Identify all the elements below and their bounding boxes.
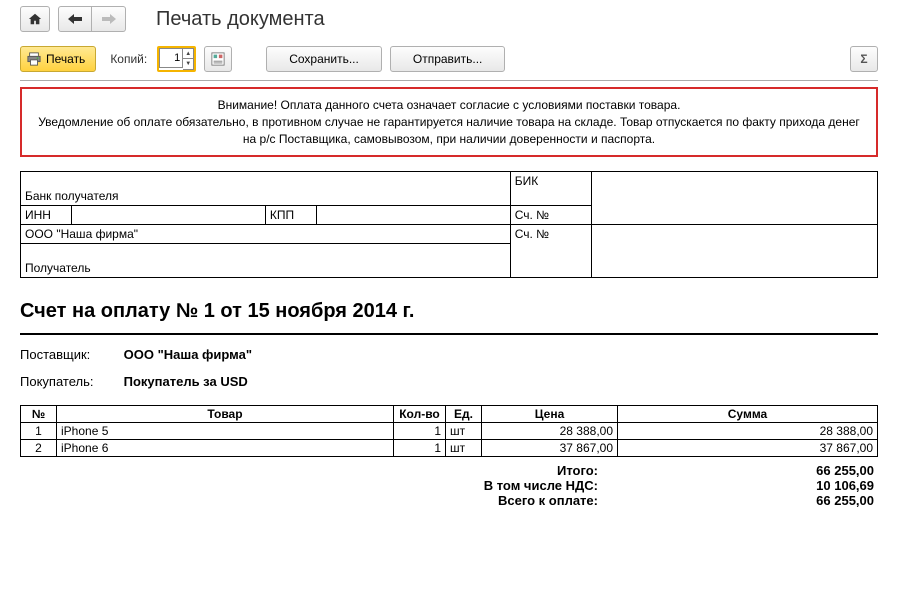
save-button[interactable]: Сохранить... — [266, 46, 382, 72]
cell-num: 2 — [21, 440, 57, 457]
items-table: № Товар Кол-во Ед. Цена Сумма 1 iPhone 5… — [20, 405, 878, 457]
subtotal-row: Итого: 66 255,00 — [20, 463, 878, 478]
send-button[interactable]: Отправить... — [390, 46, 506, 72]
inn-value — [72, 206, 266, 225]
copies-label: Копий: — [110, 52, 147, 66]
grand-value: 66 255,00 — [618, 493, 878, 508]
toolbar: Печать Копий: ▲ ▼ Сохранить... Отправить… — [0, 42, 898, 80]
recipient-name: ООО "Наша фирма" — [21, 225, 511, 244]
subtotal-value: 66 255,00 — [618, 463, 878, 478]
col-num: № — [21, 406, 57, 423]
copies-spinner: ▲ ▼ — [157, 46, 196, 72]
acc2-value — [592, 225, 878, 278]
cell-name: iPhone 6 — [57, 440, 394, 457]
copies-spin: ▲ ▼ — [183, 48, 194, 70]
page-title: Печать документа — [156, 8, 325, 31]
cell-name: iPhone 5 — [57, 423, 394, 440]
sigma-button[interactable]: Σ — [850, 46, 878, 72]
kpp-value — [316, 206, 510, 225]
topbar: Печать документа — [0, 0, 898, 42]
acc2-label: Сч. № — [510, 225, 592, 278]
col-price: Цена — [482, 406, 618, 423]
vat-label: В том числе НДС: — [20, 478, 618, 493]
cell-qty: 1 — [394, 440, 446, 457]
template-icon — [211, 51, 225, 67]
col-unit: Ед. — [446, 406, 482, 423]
buyer-label: Покупатель: — [20, 374, 120, 389]
forward-button[interactable] — [92, 6, 126, 32]
print-button[interactable]: Печать — [20, 46, 96, 72]
acc1-label: Сч. № — [510, 206, 592, 225]
sigma-icon: Σ — [860, 52, 867, 66]
table-row: 1 iPhone 5 1 шт 28 388,00 28 388,00 — [21, 423, 878, 440]
arrow-left-icon — [68, 14, 82, 24]
cell-num: 1 — [21, 423, 57, 440]
vat-value: 10 106,69 — [618, 478, 878, 493]
cell-sum: 37 867,00 — [618, 440, 878, 457]
col-name: Товар — [57, 406, 394, 423]
arrow-right-icon — [102, 14, 116, 24]
supplier-value: ООО "Наша фирма" — [124, 347, 252, 362]
vat-row: В том числе НДС: 10 106,69 — [20, 478, 878, 493]
table-row: 2 iPhone 6 1 шт 37 867,00 37 867,00 — [21, 440, 878, 457]
warning-line2: Уведомление об оплате обязательно, в про… — [32, 114, 866, 148]
template-button[interactable] — [204, 46, 232, 72]
supplier-label: Поставщик: — [20, 347, 120, 362]
grand-label: Всего к оплате: — [20, 493, 618, 508]
cell-price: 37 867,00 — [482, 440, 618, 457]
bank-table: Банк получателя БИК ИНН КПП Сч. № ООО "Н… — [20, 171, 878, 278]
warning-box: Внимание! Оплата данного счета означает … — [20, 87, 878, 157]
title-underline — [20, 333, 878, 335]
cell-sum: 28 388,00 — [618, 423, 878, 440]
nav-group — [58, 6, 126, 32]
print-label: Печать — [46, 52, 85, 66]
document-title: Счет на оплату № 1 от 15 ноября 2014 г. — [20, 300, 878, 323]
document-area: Внимание! Оплата данного счета означает … — [20, 80, 878, 508]
cell-price: 28 388,00 — [482, 423, 618, 440]
inn-label: ИНН — [21, 206, 72, 225]
grand-row: Всего к оплате: 66 255,00 — [20, 493, 878, 508]
home-button[interactable] — [20, 6, 50, 32]
home-icon — [28, 12, 42, 26]
totals: Итого: 66 255,00 В том числе НДС: 10 106… — [20, 463, 878, 508]
bik-label: БИК — [510, 172, 592, 206]
recipient-bank-label: Банк получателя — [21, 172, 511, 206]
subtotal-label: Итого: — [20, 463, 618, 478]
supplier-row: Поставщик: ООО "Наша фирма" — [20, 347, 878, 362]
warning-line1: Внимание! Оплата данного счета означает … — [32, 97, 866, 114]
printer-icon — [27, 52, 41, 66]
col-sum: Сумма — [618, 406, 878, 423]
buyer-value: Покупатель за USD — [124, 374, 248, 389]
spin-down[interactable]: ▼ — [183, 59, 193, 69]
copies-input[interactable] — [159, 48, 183, 68]
cell-unit: шт — [446, 440, 482, 457]
back-button[interactable] — [58, 6, 92, 32]
cell-unit: шт — [446, 423, 482, 440]
cell-qty: 1 — [394, 423, 446, 440]
col-qty: Кол-во — [394, 406, 446, 423]
kpp-label: КПП — [265, 206, 316, 225]
recipient-label: Получатель — [21, 244, 511, 278]
bik-value — [592, 172, 878, 225]
spin-up[interactable]: ▲ — [183, 49, 193, 59]
buyer-row: Покупатель: Покупатель за USD — [20, 374, 878, 389]
items-header: № Товар Кол-во Ед. Цена Сумма — [21, 406, 878, 423]
